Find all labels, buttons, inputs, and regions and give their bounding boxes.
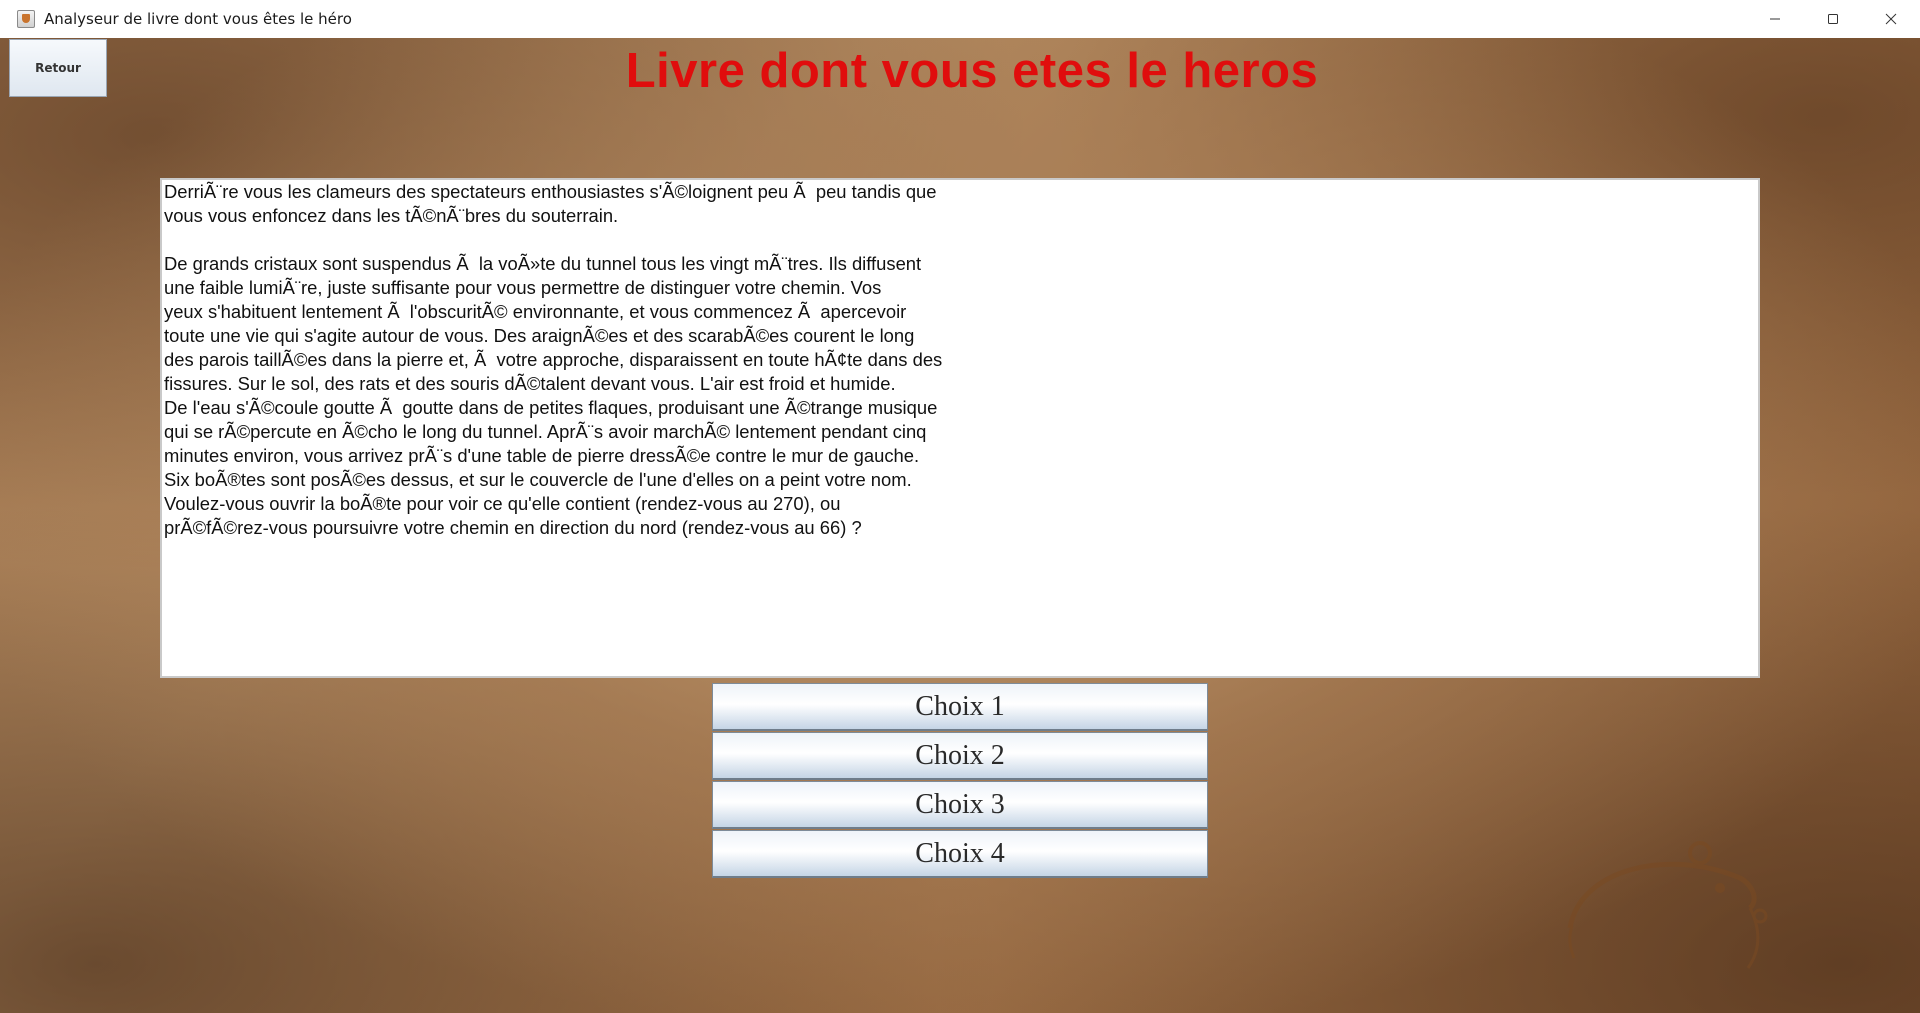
parchment-background: Retour Livre dont vous etes le heros Der… [0, 38, 1920, 1013]
window-controls [1746, 0, 1920, 38]
title-bar[interactable]: Analyseur de livre dont vous êtes le hér… [0, 0, 1920, 39]
coffee-stain-decoration [1567, 841, 1768, 969]
choices-panel: Choix 1 Choix 2 Choix 3 Choix 4 [712, 683, 1208, 879]
story-text: DerriÃ¨re vous les clameurs des spectate… [164, 181, 943, 538]
maximize-icon [1828, 14, 1838, 24]
choice-2-button[interactable]: Choix 2 [712, 732, 1208, 780]
minimize-button[interactable] [1746, 0, 1804, 38]
choice-1-button[interactable]: Choix 1 [712, 683, 1208, 731]
maximize-button[interactable] [1804, 0, 1862, 38]
close-button[interactable] [1862, 0, 1920, 38]
choice-3-button[interactable]: Choix 3 [712, 781, 1208, 829]
window-title: Analyseur de livre dont vous êtes le hér… [44, 10, 352, 28]
story-text-area[interactable]: DerriÃ¨re vous les clameurs des spectate… [160, 178, 1760, 678]
app-window: Analyseur de livre dont vous êtes le hér… [0, 0, 1920, 1013]
choice-4-button[interactable]: Choix 4 [712, 830, 1208, 878]
close-icon [1885, 13, 1897, 25]
minimize-icon [1770, 18, 1780, 20]
page-title: Livre dont vous etes le heros [625, 44, 1319, 98]
java-app-icon [17, 10, 35, 28]
